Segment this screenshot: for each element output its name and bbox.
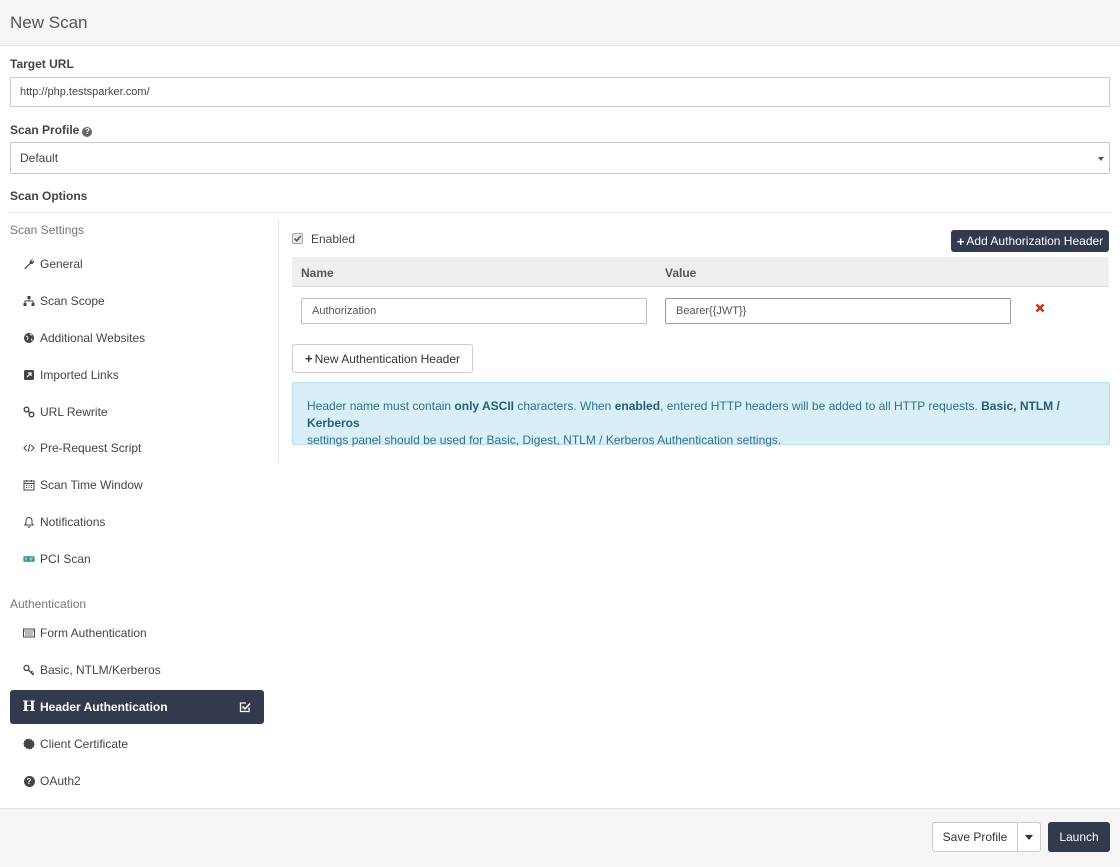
scan-profile-label: Scan Profile? — [10, 123, 93, 137]
alert-text: Header name must contain — [307, 399, 455, 413]
sidebar-item-client-certificate[interactable]: Client Certificate — [10, 727, 264, 761]
enabled-label: Enabled — [311, 232, 356, 246]
link-icon — [23, 406, 35, 418]
sidebar-item-label: Notifications — [40, 515, 106, 529]
header-icon: H — [22, 699, 36, 715]
chevron-down-icon — [1098, 157, 1104, 161]
scan-profile-selected: Default — [20, 151, 59, 165]
checked-icon — [239, 701, 251, 713]
calendar-icon — [23, 479, 35, 491]
alert-bold: only ASCII — [454, 399, 514, 413]
header-value-value: Bearer{{JWT}} — [676, 305, 747, 317]
sidebar-item-pre-request-script[interactable]: Pre-Request Script — [10, 431, 264, 465]
sidebar-item-label: Pre-Request Script — [40, 441, 142, 455]
alert-bold: enabled — [614, 399, 661, 413]
add-authorization-header-button[interactable]: + Add Authorization Header — [951, 230, 1109, 252]
divider — [10, 212, 1110, 213]
add-authorization-header-label: Add Authorization Header — [966, 234, 1104, 248]
globe-icon — [23, 332, 35, 344]
alert-text: , entered HTTP headers will be added to … — [660, 399, 982, 413]
sidebar-item-basic-ntlm-kerberos[interactable]: Basic, NTLM/Kerberos — [10, 653, 264, 687]
sidebar-item-label: Form Authentication — [40, 626, 147, 640]
alert-text: characters. When — [513, 399, 615, 413]
authentication-heading: Authentication — [10, 597, 87, 611]
sidebar-item-oauth2[interactable]: ? OAuth2 — [10, 764, 264, 798]
sidebar-item-notifications[interactable]: Notifications — [10, 505, 264, 539]
header-value-input[interactable]: Bearer{{JWT}} — [665, 298, 1011, 324]
save-profile-dropdown-button[interactable] — [1017, 822, 1041, 852]
new-authentication-header-label: New Authentication Header — [314, 351, 461, 366]
sidebar-item-additional-websites[interactable]: Additional Websites — [10, 321, 264, 355]
sidebar-item-label: Header Authentication — [40, 700, 168, 714]
plus-icon: + — [304, 351, 313, 366]
sidebar-item-form-authentication[interactable]: Form Authentication — [10, 616, 264, 650]
sidebar-item-label: OAuth2 — [40, 774, 81, 788]
column-header-name: Name — [301, 266, 334, 280]
sidebar-item-label: Scan Scope — [40, 294, 105, 308]
sitemap-icon — [23, 295, 35, 307]
scan-options-label: Scan Options — [10, 189, 88, 203]
save-profile-label: Save Profile — [942, 830, 1008, 844]
target-url-input[interactable]: http://php.testsparker.com/ — [10, 77, 1110, 107]
wrench-icon — [23, 258, 35, 270]
page-title: New Scan — [10, 13, 88, 32]
key-icon — [23, 664, 35, 676]
sidebar-item-label: Client Certificate — [40, 737, 129, 751]
info-alert: Header name must contain only ASCII char… — [292, 382, 1110, 447]
sidebar-item-scan-time-window[interactable]: Scan Time Window — [10, 468, 264, 502]
caret-down-icon — [1025, 834, 1033, 840]
page-header: New Scan — [0, 0, 1120, 46]
footer-bar: Save Profile Launch — [0, 808, 1120, 867]
form-icon — [23, 627, 35, 639]
enabled-checkbox[interactable] — [292, 233, 303, 244]
sidebar-item-header-authentication[interactable]: H Header Authentication — [10, 690, 264, 724]
sidebar-item-label: URL Rewrite — [40, 405, 108, 419]
header-name-input[interactable]: Authorization — [301, 298, 647, 324]
external-link-icon — [23, 369, 35, 381]
alert-text: settings panel should be used for Basic,… — [307, 433, 782, 447]
header-name-value: Authorization — [312, 305, 377, 317]
code-icon — [23, 442, 35, 454]
sidebar-item-label: General — [40, 257, 83, 271]
sidebar-item-general[interactable]: General — [10, 247, 264, 281]
remove-header-icon[interactable] — [1034, 302, 1046, 314]
scan-profile-select[interactable]: Default — [10, 142, 1110, 174]
question-circle-icon[interactable]: ? — [82, 127, 93, 137]
sidebar-item-label: Scan Time Window — [40, 478, 143, 492]
bell-icon — [23, 516, 35, 528]
sidebar-item-label: Basic, NTLM/Kerberos — [40, 663, 161, 677]
target-url-label: Target URL — [10, 57, 74, 71]
sidebar-item-label: Additional Websites — [40, 331, 146, 345]
question-circle-icon: ? — [23, 775, 35, 787]
sidebar-item-label: PCI Scan — [40, 552, 91, 566]
sidebar-item-imported-links[interactable]: Imported Links — [10, 358, 264, 392]
save-profile-button[interactable]: Save Profile — [932, 822, 1018, 852]
new-authentication-header-button[interactable]: + New Authentication Header — [292, 344, 473, 373]
sidebar-item-pci-scan[interactable]: PCI Scan — [10, 542, 264, 576]
sidebar-item-label: Imported Links — [40, 368, 119, 382]
certificate-icon — [23, 738, 35, 750]
launch-label: Launch — [1059, 830, 1099, 844]
checkmark-icon — [293, 235, 302, 242]
headers-table-header: Name Value — [292, 257, 1109, 287]
plus-icon: + — [956, 233, 965, 249]
launch-button[interactable]: Launch — [1048, 822, 1110, 852]
sidebar-item-scan-scope[interactable]: Scan Scope — [10, 284, 264, 318]
sidebar-item-url-rewrite[interactable]: URL Rewrite — [10, 395, 264, 429]
sidebar-divider — [278, 220, 279, 462]
pci-icon — [23, 553, 35, 565]
column-header-value: Value — [665, 266, 697, 280]
target-url-value: http://php.testsparker.com/ — [20, 86, 150, 98]
scan-settings-heading: Scan Settings — [10, 223, 85, 237]
scan-profile-label-text: Scan Profile — [10, 123, 80, 137]
